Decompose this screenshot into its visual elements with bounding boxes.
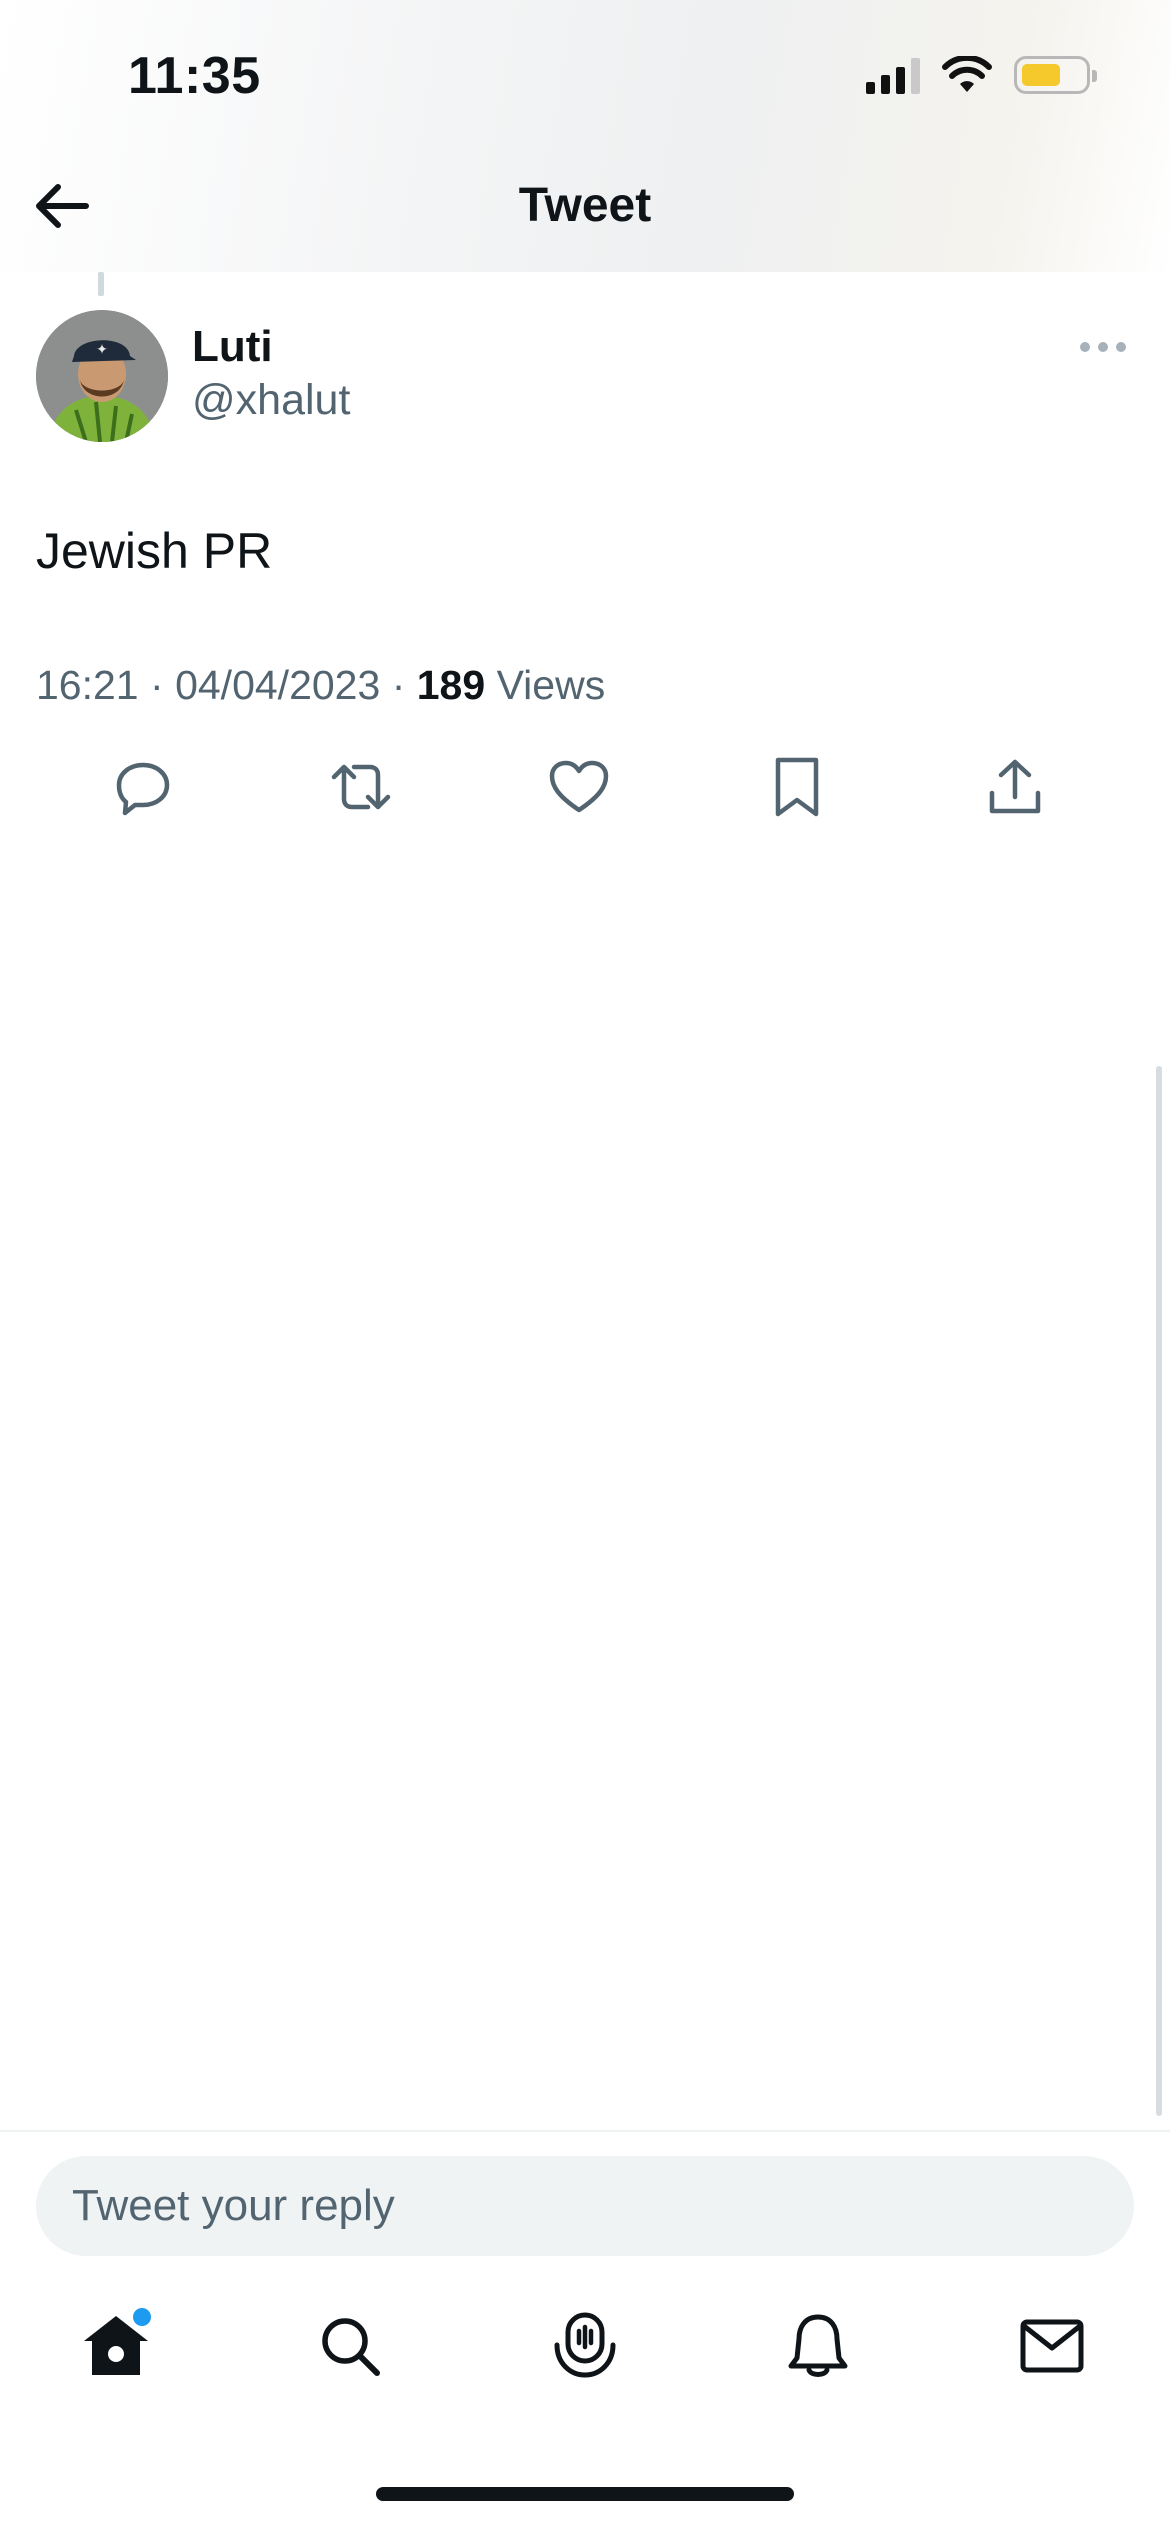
scrollbar[interactable] [1156, 1066, 1162, 2116]
like-button[interactable] [544, 752, 614, 822]
bookmark-icon [775, 757, 819, 817]
heart-icon [549, 760, 609, 813]
bell-icon [788, 2314, 848, 2377]
avatar-photo: ✦ [36, 310, 168, 442]
reply-input[interactable]: Tweet your reply [36, 2156, 1134, 2256]
cellular-signal-icon [866, 56, 920, 94]
home-indicator[interactable] [376, 2487, 794, 2501]
avatar[interactable]: ✦ [36, 310, 168, 442]
wifi-icon [942, 56, 992, 92]
meta-separator: · [150, 662, 164, 708]
more-dot [1098, 342, 1108, 352]
tweet-time: 16:21 [36, 662, 139, 708]
status-icons [866, 56, 1097, 94]
more-dot [1116, 342, 1126, 352]
home-notification-dot [133, 2308, 151, 2326]
search-icon [322, 2318, 380, 2376]
svg-text:✦: ✦ [96, 342, 108, 358]
tab-search[interactable] [300, 2296, 400, 2396]
tweet-date: 04/04/2023 [175, 662, 381, 708]
thread-connector-line [98, 272, 104, 296]
bookmark-button[interactable] [762, 752, 832, 822]
battery-icon [1014, 56, 1097, 94]
reply-icon [116, 762, 170, 816]
tweet-detail-screen: 11:35 Tweet ✦ Luti @xhalut Jewish PR 16:… [0, 0, 1170, 2532]
share-button[interactable] [980, 752, 1050, 822]
tweet-meta: 16:21 · 04/04/2023 · 189 Views [36, 662, 605, 709]
reply-button[interactable] [108, 752, 178, 822]
status-time: 11:35 [128, 47, 261, 105]
share-icon [989, 759, 1041, 814]
retweet-icon [331, 764, 391, 810]
views-label: Views [496, 662, 606, 708]
tweet-actions [36, 752, 1134, 822]
tab-notifications[interactable] [768, 2296, 868, 2396]
meta-separator: · [391, 662, 406, 708]
author-handle[interactable]: @xhalut [192, 376, 350, 425]
reply-divider [0, 2130, 1170, 2132]
envelope-icon [1020, 2319, 1084, 2373]
spaces-icon [554, 2312, 616, 2378]
tab-spaces[interactable] [535, 2296, 635, 2396]
tweet-text: Jewish PR [36, 523, 273, 579]
tab-home[interactable] [66, 2296, 166, 2396]
retweet-button[interactable] [326, 752, 396, 822]
bottom-tab-bar [0, 2296, 1170, 2416]
more-options-button[interactable] [1070, 332, 1136, 362]
tab-messages[interactable] [1002, 2296, 1102, 2396]
views-count: 189 [416, 662, 486, 708]
more-dot [1080, 342, 1090, 352]
author-display-name[interactable]: Luti [192, 322, 273, 372]
top-bar: 11:35 Tweet [0, 0, 1170, 272]
page-title: Tweet [518, 179, 652, 232]
